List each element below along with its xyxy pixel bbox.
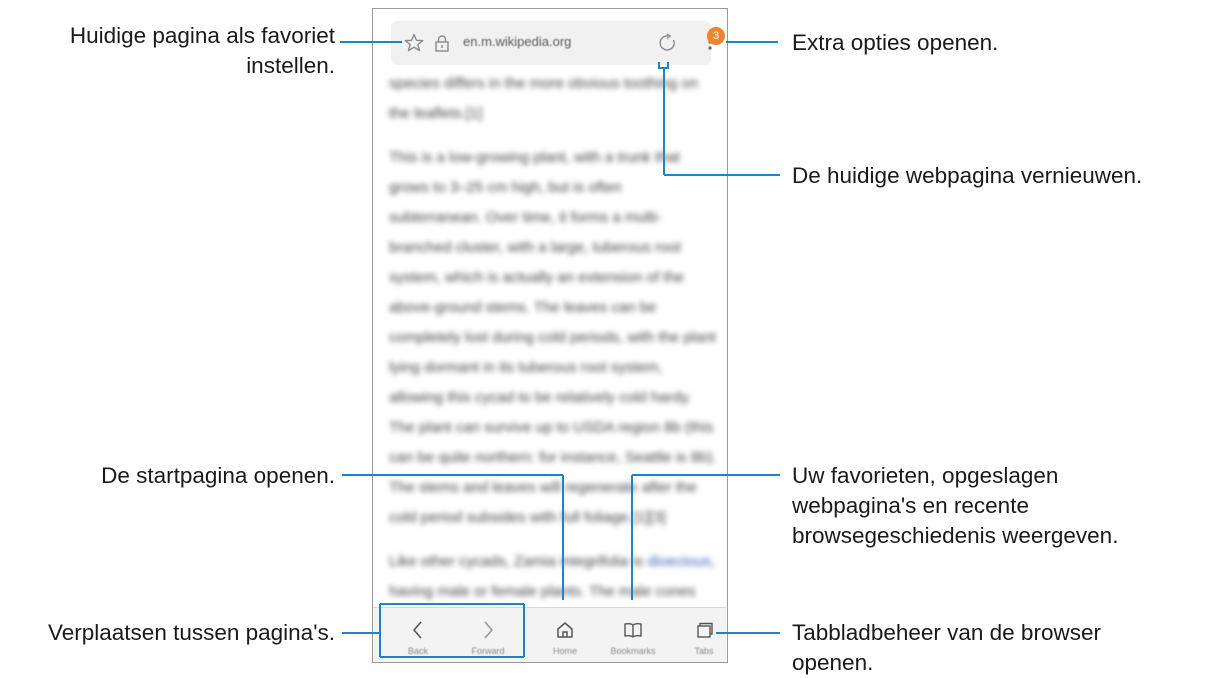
- home-button[interactable]: Home: [530, 608, 600, 662]
- back-arrow-icon: [412, 621, 422, 639]
- forward-arrow-icon: [484, 621, 494, 639]
- bottom-navigation: Back Forward Home Bookmarks Tabs: [373, 607, 727, 662]
- annotation-favorite: Huidige pagina als favoriet instellen.: [69, 23, 335, 78]
- annotation-tabs: Tabbladbeheer van de browser openen.: [792, 620, 1101, 675]
- annotation-more-options: Extra opties openen.: [792, 30, 999, 55]
- bookmarks-label: Bookmarks: [610, 646, 656, 656]
- home-label: Home: [552, 646, 577, 656]
- annotation-refresh: De huidige webpagina vernieuwen.: [792, 163, 1143, 188]
- home-icon: [557, 622, 573, 638]
- refresh-icon[interactable]: [657, 32, 679, 54]
- article-paragraph-1: species differs in the more obvious toot…: [389, 75, 699, 122]
- article-paragraph-3: Like other cycads, Zamia integrifolia is…: [389, 553, 716, 600]
- bookmarks-button[interactable]: Bookmarks: [598, 608, 668, 662]
- article-paragraph-2: This is a low-growing plant, with a trun…: [389, 149, 717, 526]
- tabs-icon: [697, 622, 713, 638]
- address-bar[interactable]: en.m.wikipedia.org: [391, 21, 712, 65]
- url-text[interactable]: en.m.wikipedia.org: [463, 34, 571, 49]
- forward-label: Forward: [471, 646, 505, 656]
- bookmarks-book-icon: [624, 623, 642, 638]
- annotation-home: De startpagina openen.: [101, 463, 335, 488]
- tabs-button[interactable]: Tabs: [669, 608, 727, 662]
- forward-button[interactable]: Forward: [453, 608, 523, 662]
- annotation-bookmarks: Uw favorieten, opgeslagen webpagina's en…: [792, 463, 1119, 548]
- star-icon[interactable]: [403, 32, 425, 54]
- article-content: species differs in the more obvious toot…: [389, 69, 717, 607]
- back-button[interactable]: Back: [383, 608, 453, 662]
- dioecious-link[interactable]: dioecious: [647, 553, 710, 570]
- phone-screen: en.m.wikipedia.org 3 species differs in …: [372, 8, 728, 663]
- notification-badge: 3: [707, 27, 725, 45]
- back-label: Back: [407, 646, 428, 656]
- annotation-navigate: Verplaatsen tussen pagina's.: [48, 620, 335, 645]
- lock-icon: [431, 32, 453, 54]
- tabs-label: Tabs: [694, 646, 714, 656]
